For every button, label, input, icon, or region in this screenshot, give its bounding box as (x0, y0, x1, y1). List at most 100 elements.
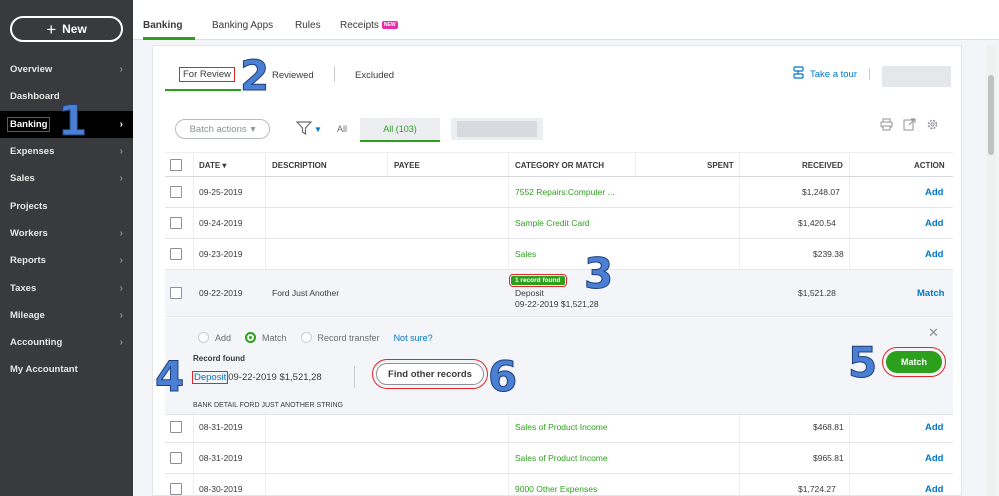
sidebar-item-projects[interactable]: Projects (0, 192, 133, 219)
scrollbar[interactable] (986, 45, 996, 496)
row-checkbox[interactable] (170, 186, 182, 198)
sidebar-item-taxes[interactable]: Taxes › (0, 274, 133, 301)
sidebar-item-reports[interactable]: Reports › (0, 247, 133, 274)
tab-banking-apps[interactable]: Banking Apps (212, 20, 273, 31)
match-link[interactable]: Match (917, 288, 944, 299)
find-other-records-button[interactable]: Find other records (372, 359, 488, 389)
deposit-link[interactable]: Deposit (191, 371, 229, 384)
tab-for-review[interactable]: For Review (178, 67, 236, 82)
sidebar-item-accounting[interactable]: Accounting › (0, 329, 133, 356)
row-received: $1,521.28 (798, 288, 836, 298)
column-divider (739, 153, 740, 176)
select-all-checkbox[interactable] (170, 159, 182, 171)
all-transactions-pill[interactable]: All (103) (360, 118, 440, 142)
filter-icon (295, 121, 313, 138)
sidebar-item-sales[interactable]: Sales › (0, 165, 133, 192)
table-row[interactable]: 08-30-2019 9000 Other Expenses $1,724.27… (165, 474, 953, 496)
column-header-spent[interactable]: SPENT (707, 161, 734, 170)
row-category[interactable]: Sales (515, 249, 536, 259)
add-link[interactable]: Add (925, 484, 943, 495)
sidebar-item-overview[interactable]: Overview › (0, 56, 133, 83)
column-divider (849, 412, 850, 442)
chevron-right-icon: › (119, 227, 123, 239)
chevron-right-icon: › (119, 146, 123, 158)
row-date: 09-24-2019 (199, 218, 243, 228)
scrollbar-thumb[interactable] (988, 75, 994, 155)
chevron-right-icon: › (119, 337, 123, 349)
match-button[interactable]: Match (882, 347, 946, 377)
table-row[interactable]: 09-24-2019 Sample Credit Card $1,420.54 … (165, 208, 953, 239)
close-icon[interactable]: ✕ (928, 325, 939, 341)
row-checkbox[interactable] (170, 421, 182, 433)
tab-banking[interactable]: Banking (143, 20, 182, 31)
new-button[interactable]: + New (10, 16, 123, 42)
column-header-category[interactable]: CATEGORY OR MATCH (515, 161, 604, 170)
radio-record-transfer[interactable] (300, 332, 312, 343)
sidebar-item-label: Mileage (10, 309, 45, 321)
column-divider (739, 177, 740, 207)
not-sure-link[interactable]: Not sure? (394, 333, 433, 343)
add-link[interactable]: Add (925, 218, 943, 229)
radio-add-label: Add (215, 332, 232, 343)
add-link[interactable]: Add (925, 249, 943, 260)
export-icon[interactable] (903, 118, 916, 134)
row-received: $965.81 (813, 453, 844, 463)
row-checkbox[interactable] (170, 483, 182, 495)
column-header-payee[interactable]: PAYEE (394, 161, 420, 170)
radio-match[interactable] (245, 332, 257, 343)
chevron-right-icon: › (119, 173, 123, 185)
add-link[interactable]: Add (925, 187, 943, 198)
table-tools (880, 118, 939, 134)
tour-icon (793, 66, 805, 82)
tab-rules[interactable]: Rules (295, 20, 321, 31)
row-category[interactable]: Sales of Product Income (515, 453, 608, 463)
row-category[interactable]: 9000 Other Expenses (515, 484, 597, 494)
row-date: 08-31-2019 (199, 422, 243, 432)
table-row[interactable]: 08-31-2019 Sales of Product Income $468.… (165, 412, 953, 443)
row-checkbox[interactable] (170, 248, 182, 260)
column-header-date-label: DATE (199, 161, 221, 170)
radio-record-transfer-label: Record transfer (317, 332, 380, 343)
add-link[interactable]: Add (925, 453, 943, 464)
sidebar-item-workers[interactable]: Workers › (0, 220, 133, 247)
tab-excluded[interactable]: Excluded (355, 70, 394, 81)
table-row[interactable]: 09-23-2019 Sales $239.38 Add (165, 239, 953, 270)
row-checkbox[interactable] (170, 452, 182, 464)
row-checkbox[interactable] (170, 217, 182, 229)
tab-reviewed[interactable]: Reviewed (272, 70, 314, 81)
filter-button[interactable]: ▼ (295, 121, 322, 138)
new-button-label: New (62, 22, 87, 36)
column-header-description[interactable]: DESCRIPTION (272, 161, 327, 170)
column-divider (193, 208, 194, 238)
row-checkbox[interactable] (170, 287, 182, 299)
print-icon[interactable] (880, 118, 893, 134)
row-category[interactable]: 7552 Repairs:Computer ... (515, 187, 615, 197)
column-header-received[interactable]: RECEIVED (802, 161, 843, 170)
table-row[interactable]: 09-25-2019 7552 Repairs:Computer ... $1,… (165, 177, 953, 208)
row-description: Ford Just Another (272, 288, 340, 298)
sidebar-item-label: Taxes (10, 282, 37, 294)
radio-add[interactable] (198, 332, 209, 343)
column-divider (508, 153, 509, 176)
sidebar-item-my-accountant[interactable]: My Accountant (0, 356, 133, 383)
table-row-selected[interactable]: 09-22-2019 Ford Just Another 1 record fo… (165, 270, 953, 317)
caret-down-icon: ▾ (250, 123, 256, 135)
take-a-tour-link[interactable]: Take a tour (793, 66, 857, 82)
matched-record: Deposit 09-22-2019 $1,521,28 (191, 371, 322, 384)
sidebar-item-label: Sales (10, 173, 35, 185)
tab-receipts[interactable]: Receipts NEW (340, 20, 398, 31)
column-divider (739, 443, 740, 473)
add-link[interactable]: Add (925, 422, 943, 433)
row-category[interactable]: Sample Credit Card (515, 218, 590, 228)
row-date: 09-22-2019 (199, 288, 243, 298)
column-header-date[interactable]: DATE ▾ (199, 161, 226, 170)
batch-actions-button[interactable]: Batch actions ▾ (175, 119, 270, 139)
top-tab-bar: Banking Banking Apps Rules Receipts NEW (133, 0, 999, 40)
row-category[interactable]: Sales of Product Income (515, 422, 608, 432)
redacted-pill[interactable] (451, 118, 543, 140)
chevron-right-icon: › (119, 309, 123, 321)
sidebar-item-mileage[interactable]: Mileage › (0, 302, 133, 329)
table-row[interactable]: 08-31-2019 Sales of Product Income $965.… (165, 443, 953, 474)
gear-icon[interactable] (926, 118, 939, 134)
column-divider (193, 474, 194, 496)
